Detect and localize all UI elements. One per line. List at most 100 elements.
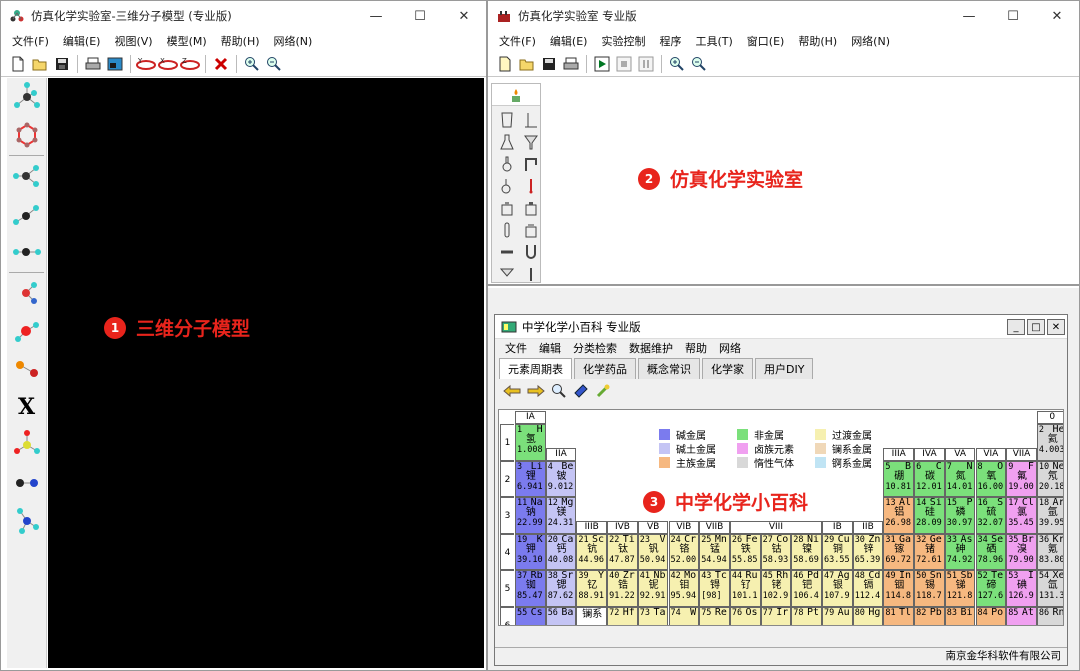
nitrogen-model-icon[interactable]: [7, 274, 46, 312]
element-cell[interactable]: 12 Mg 镁 24.31: [545, 497, 577, 534]
element-cell[interactable]: 17 Cl 氯 35.45: [1006, 497, 1037, 534]
element-cell[interactable]: 10 Ne 氖 20.18: [1036, 460, 1063, 497]
play-icon[interactable]: [591, 53, 613, 75]
bent-model-icon[interactable]: [7, 195, 46, 233]
element-cell[interactable]: 24 Cr 铬 52.00: [668, 533, 700, 570]
element-cell[interactable]: 6 C 碳 12.01: [914, 460, 945, 497]
zoom-in-icon[interactable]: [666, 53, 688, 75]
element-cell[interactable]: 37 Rb 铷 85.47: [515, 570, 546, 607]
element-cell[interactable]: 55 Cs: [515, 606, 546, 625]
orange-atom-model-icon[interactable]: [7, 350, 46, 388]
element-cell[interactable]: 43 Tc 锝 [98]: [699, 570, 730, 607]
stand-icon[interactable]: [520, 110, 542, 130]
tools-icon[interactable]: [595, 383, 611, 402]
element-cell[interactable]: 50 Sn 锡 118.7: [914, 570, 945, 607]
element-cell[interactable]: 44 Ru 钌 101.1: [729, 570, 761, 607]
maximize-button[interactable]: □: [1027, 319, 1045, 335]
new-file-icon[interactable]: [7, 53, 29, 75]
delete-icon[interactable]: [210, 53, 232, 75]
dual-atom-model-icon[interactable]: [7, 464, 46, 502]
element-cell[interactable]: 30 Zn 锌 65.39: [852, 533, 884, 570]
element-cell[interactable]: 48 Cd 镉 112.4: [852, 570, 884, 607]
element-cell[interactable]: 36 Kr 氪 83.80: [1036, 533, 1063, 570]
small-funnel-icon[interactable]: [496, 264, 518, 284]
print-icon[interactable]: [82, 53, 104, 75]
flask-icon[interactable]: [496, 132, 518, 152]
minimize-button[interactable]: _: [1007, 319, 1025, 335]
thermometer-icon[interactable]: [520, 176, 542, 196]
print-icon[interactable]: [560, 53, 582, 75]
element-cell[interactable]: 20 Ca 钙 40.08: [545, 533, 577, 570]
ring-model-icon[interactable]: [7, 116, 46, 154]
element-cell[interactable]: 23 V 钒 50.94: [637, 533, 669, 570]
element-cell[interactable]: 13 Al 铝 26.98: [883, 497, 915, 534]
beaker-icon[interactable]: [496, 110, 518, 130]
menu-model[interactable]: 模型(M): [160, 33, 214, 49]
element-cell[interactable]: 72 Hf: [607, 606, 638, 625]
menu-data-maintenance[interactable]: 数据维护: [623, 340, 679, 356]
menu-category-search[interactable]: 分类检索: [567, 340, 623, 356]
stop-icon[interactable]: [613, 53, 635, 75]
element-cell[interactable]: 47 Ag 银 107.9: [822, 570, 853, 607]
menu-program[interactable]: 程序: [652, 33, 688, 49]
forward-arrow-icon[interactable]: [527, 384, 545, 401]
dropper-icon[interactable]: [520, 264, 542, 284]
image-export-icon[interactable]: [104, 53, 126, 75]
element-cell[interactable]: 14 Si 硅 28.09: [914, 497, 945, 534]
amine-model-icon[interactable]: [7, 502, 46, 540]
element-cell[interactable]: 85 At: [1006, 606, 1037, 625]
oxygen-model-icon[interactable]: [7, 312, 46, 350]
element-cell[interactable]: 11 Na 钠 22.99: [515, 497, 546, 534]
x-model-icon[interactable]: X: [7, 388, 46, 426]
element-cell[interactable]: 53 I 碘 126.9: [1006, 570, 1037, 607]
zoom-out-icon[interactable]: [263, 53, 285, 75]
element-cell[interactable]: 31 Ga 镓 69.72: [883, 533, 915, 570]
distill-flask-icon[interactable]: [496, 176, 518, 196]
maximize-button[interactable]: ☐: [991, 1, 1035, 31]
tab-user-diy[interactable]: 用户DIY: [755, 358, 814, 379]
element-cell[interactable]: 3 Li 锂 6.941: [515, 460, 546, 497]
element-cell[interactable]: 16 S 硫 32.07: [975, 497, 1007, 534]
element-cell[interactable]: 78 Pt: [791, 606, 822, 625]
sulfur-model-icon[interactable]: [7, 426, 46, 464]
open-folder-icon[interactable]: [29, 53, 51, 75]
element-cell[interactable]: 75 Re: [699, 606, 730, 625]
element-cell[interactable]: 7 N 氮 14.01: [944, 460, 976, 497]
element-cell[interactable]: 39 Y 钇 88.91: [576, 570, 608, 607]
tab-concepts[interactable]: 概念常识: [638, 358, 700, 379]
pause-icon[interactable]: [635, 53, 657, 75]
close-button[interactable]: ✕: [442, 1, 486, 31]
funnel-icon[interactable]: [520, 132, 542, 152]
element-cell[interactable]: 81 Tl: [883, 606, 915, 625]
element-cell[interactable]: 84 Po: [975, 606, 1007, 625]
element-cell[interactable]: 35 Br 溴 79.90: [1006, 533, 1037, 570]
menu-view[interactable]: 视图(V): [107, 33, 159, 49]
element-cell[interactable]: 26 Fe 铁 55.85: [729, 533, 761, 570]
zoom-in-icon[interactable]: [241, 53, 263, 75]
element-cell[interactable]: 76 Os: [729, 606, 761, 625]
menu-file[interactable]: 文件(F): [492, 33, 543, 49]
menu-experiment-control[interactable]: 实验控制: [594, 33, 652, 49]
zoom-out-icon[interactable]: [688, 53, 710, 75]
trigonal-model-icon[interactable]: [7, 157, 46, 195]
element-cell[interactable]: 49 In 铟 114.8: [883, 570, 915, 607]
element-cell[interactable]: 27 Co 钴 58.93: [760, 533, 792, 570]
menu-file[interactable]: 文件: [499, 340, 533, 356]
element-cell[interactable]: 1 H 氢 1.008: [515, 424, 546, 461]
element-cell[interactable]: 86 Rn: [1036, 606, 1063, 625]
element-cell[interactable]: 8 O 氧 16.00: [975, 460, 1007, 497]
minimize-button[interactable]: —: [947, 1, 991, 31]
element-cell[interactable]: 18 Ar 氩 39.95: [1036, 497, 1063, 534]
menu-tools[interactable]: 工具(T): [688, 33, 739, 49]
minimize-button[interactable]: —: [354, 1, 398, 31]
test-tube-icon[interactable]: [496, 220, 518, 240]
glass-rod-icon[interactable]: [496, 242, 518, 262]
reagent-bottle-icon[interactable]: [520, 198, 542, 218]
element-cell[interactable]: 29 Cu 铜 63.55: [822, 533, 853, 570]
element-cell[interactable]: 82 Pb: [914, 606, 945, 625]
menu-network[interactable]: 网络(N): [267, 33, 320, 49]
element-cell[interactable]: 22 Ti 钛 47.87: [607, 533, 638, 570]
element-cell[interactable]: 83 Bi: [944, 606, 976, 625]
element-cell[interactable]: 32 Ge 锗 72.61: [914, 533, 945, 570]
wash-bottle-icon[interactable]: [520, 220, 542, 240]
